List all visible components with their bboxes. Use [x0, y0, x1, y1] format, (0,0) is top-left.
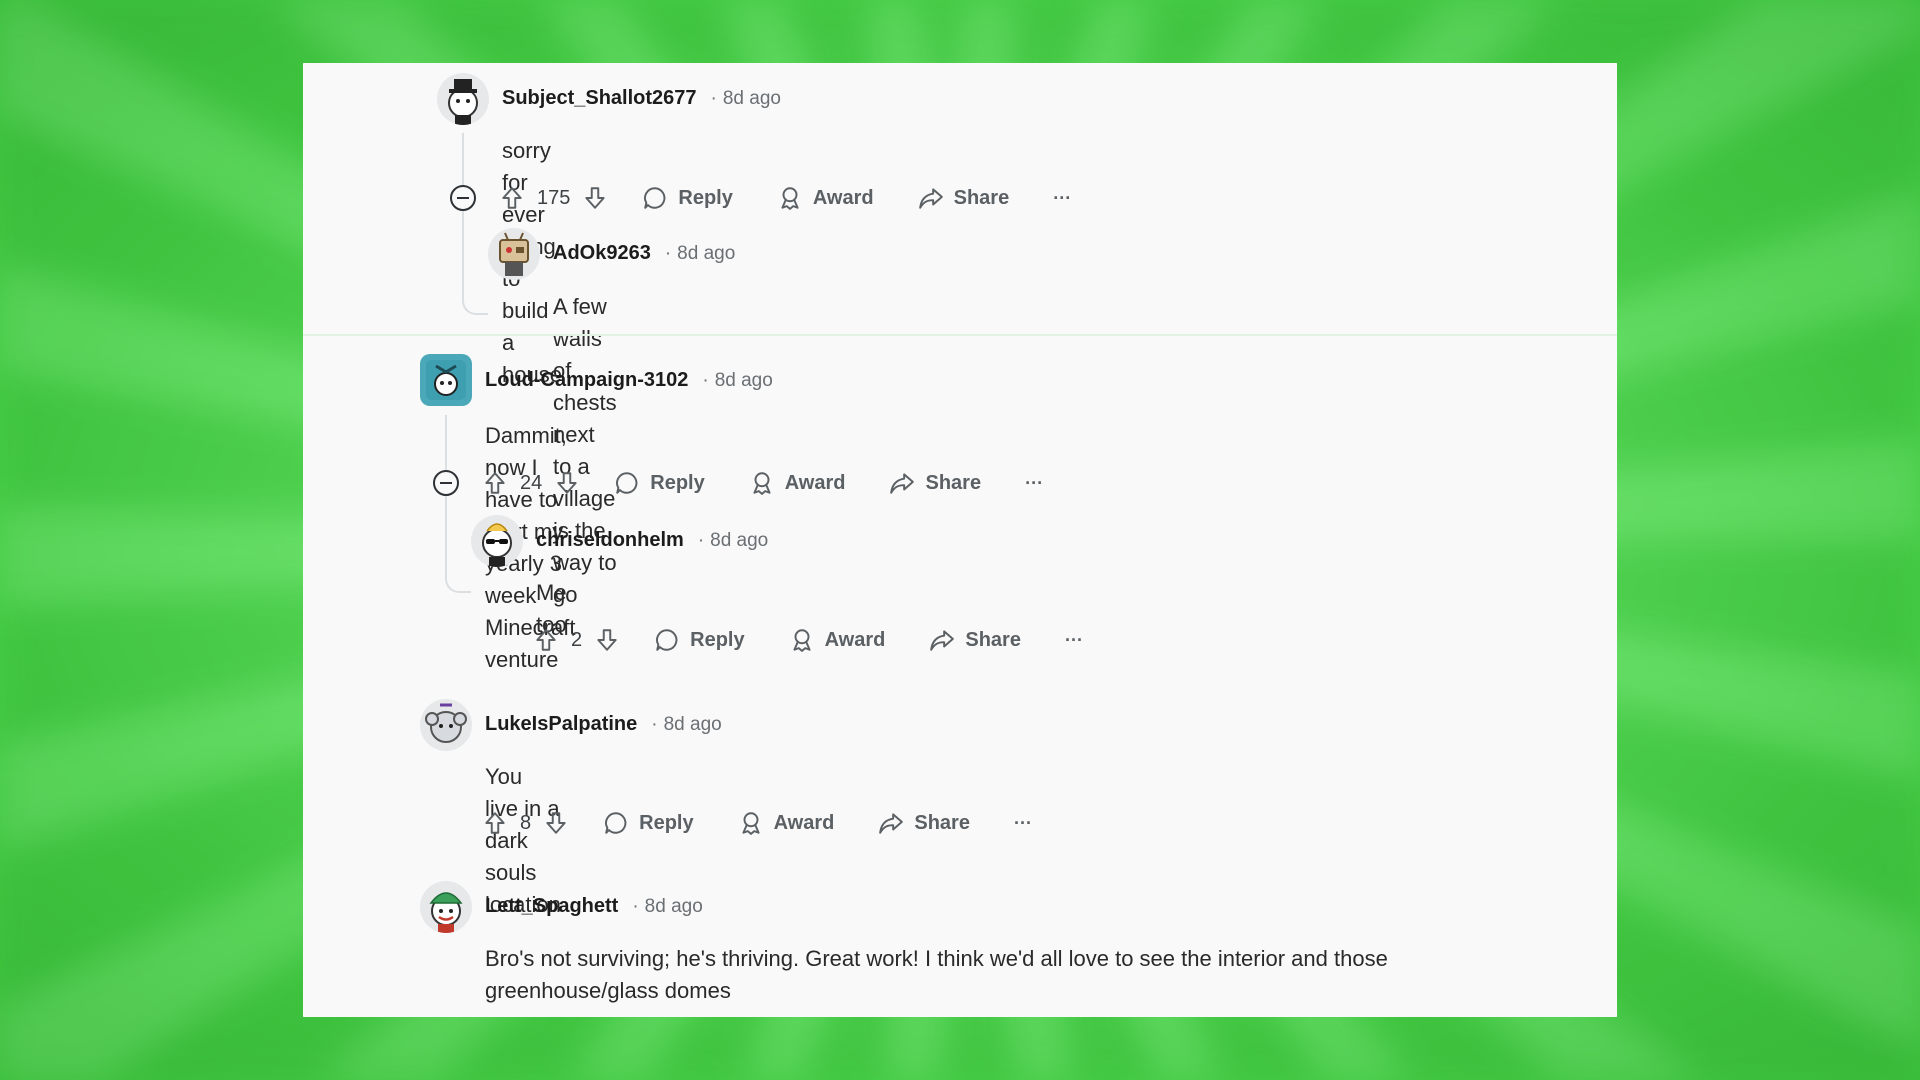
snoo-avatar-gray-icon[interactable] [420, 699, 472, 751]
username[interactable]: LukeIsPalpatine [485, 713, 637, 736]
collapse-thread-button[interactable] [433, 470, 459, 496]
reply-label: Reply [678, 186, 733, 209]
collapse-thread-button[interactable] [450, 185, 476, 211]
snoo-avatar-tophat-icon[interactable] [437, 73, 489, 125]
comment-bubble-icon [654, 627, 680, 653]
timestamp[interactable]: 8d ago [710, 530, 768, 552]
username[interactable]: AdOk9263 [553, 242, 651, 265]
award-button[interactable]: Award [749, 470, 846, 496]
comment-actions: 175 Reply Award Share ··· [499, 185, 1071, 211]
comment-actions: 2 Reply Award Share ··· [533, 627, 1083, 653]
timestamp[interactable]: 8d ago [677, 243, 735, 265]
share-arrow-icon [889, 470, 915, 496]
vote-score: 2 [571, 628, 583, 651]
more-options-button[interactable]: ··· [1025, 473, 1043, 494]
more-options-button[interactable]: ··· [1053, 188, 1071, 209]
comment-body: Bro's not surviving; he's thriving. Grea… [485, 946, 1388, 1003]
share-button[interactable]: Share [929, 627, 1021, 653]
upvote-icon[interactable] [482, 810, 508, 836]
snoo-avatar-tv-head-icon[interactable] [488, 228, 540, 280]
award-label: Award [824, 628, 886, 651]
separator: · [710, 87, 717, 109]
award-icon [749, 470, 775, 496]
reply-button[interactable]: Reply [642, 185, 733, 211]
thread-elbow [445, 535, 471, 593]
vote-score: 24 [520, 471, 543, 494]
reply-button[interactable]: Reply [614, 470, 705, 496]
share-label: Share [914, 811, 970, 834]
reply-button[interactable]: Reply [654, 627, 745, 653]
award-button[interactable]: Award [738, 810, 835, 836]
timestamp[interactable]: 8d ago [664, 714, 722, 736]
comment-actions: 24 Reply Award Share ··· [482, 470, 1043, 496]
comment-actions: 8 Reply Award Share ··· [482, 810, 1032, 836]
downvote-icon[interactable] [543, 810, 569, 836]
award-label: Award [784, 471, 846, 494]
award-button[interactable]: Award [789, 627, 886, 653]
share-label: Share [965, 628, 1021, 651]
comments-panel: Subject_Shallot2677 · 8d ago sorry for e… [303, 63, 1617, 1017]
separator: · [702, 369, 709, 391]
username[interactable]: Subject_Shallot2677 [502, 87, 697, 110]
upvote-icon[interactable] [482, 470, 508, 496]
share-button[interactable]: Share [878, 810, 970, 836]
upvote-icon[interactable] [533, 627, 559, 653]
more-options-label: ··· [1025, 472, 1044, 493]
more-options-button[interactable]: ··· [1014, 813, 1032, 834]
username[interactable]: chriseldonhelm [536, 529, 684, 552]
separator: · [664, 242, 672, 264]
downvote-icon[interactable] [594, 627, 620, 653]
comment-bubble-icon [614, 470, 640, 496]
more-options-label: ··· [1013, 812, 1032, 833]
reply-label: Reply [690, 628, 745, 651]
timestamp[interactable]: 8d ago [723, 88, 781, 110]
award-icon [738, 810, 764, 836]
thread-divider [303, 334, 1617, 336]
downvote-icon[interactable] [582, 185, 608, 211]
thread-elbow [462, 257, 488, 315]
more-options-button[interactable]: ··· [1065, 630, 1083, 651]
vote-score: 175 [537, 186, 571, 209]
username[interactable]: Lett_Spaghett [485, 895, 618, 918]
snoo-avatar-sunglasses-icon[interactable] [471, 515, 523, 567]
comment-bubble-icon [603, 810, 629, 836]
share-button[interactable]: Share [889, 470, 981, 496]
upvote-icon[interactable] [499, 185, 525, 211]
timestamp[interactable]: 8d ago [715, 370, 773, 392]
award-button[interactable]: Award [777, 185, 874, 211]
share-arrow-icon [918, 185, 944, 211]
snoo-avatar-green-hat-icon[interactable] [420, 881, 472, 933]
share-label: Share [925, 471, 982, 494]
award-label: Award [812, 186, 874, 209]
award-icon [789, 627, 815, 653]
share-arrow-icon [929, 627, 955, 653]
award-icon [777, 185, 803, 211]
reply-button[interactable]: Reply [603, 810, 694, 836]
more-options-label: ··· [1053, 187, 1072, 208]
comment-bubble-icon [642, 185, 668, 211]
snoo-avatar-teal-icon[interactable] [420, 354, 472, 406]
separator: · [632, 895, 639, 917]
award-label: Award [773, 811, 835, 834]
separator: · [651, 713, 658, 735]
reply-label: Reply [650, 471, 705, 494]
share-arrow-icon [878, 810, 904, 836]
more-options-label: ··· [1064, 629, 1083, 650]
share-label: Share [953, 186, 1010, 209]
share-button[interactable]: Share [918, 185, 1010, 211]
downvote-icon[interactable] [554, 470, 580, 496]
timestamp[interactable]: 8d ago [645, 896, 703, 918]
separator: · [697, 529, 705, 551]
username[interactable]: Loud-Campaign-3102 [485, 369, 688, 392]
reply-label: Reply [639, 811, 694, 834]
vote-score: 8 [520, 811, 532, 834]
